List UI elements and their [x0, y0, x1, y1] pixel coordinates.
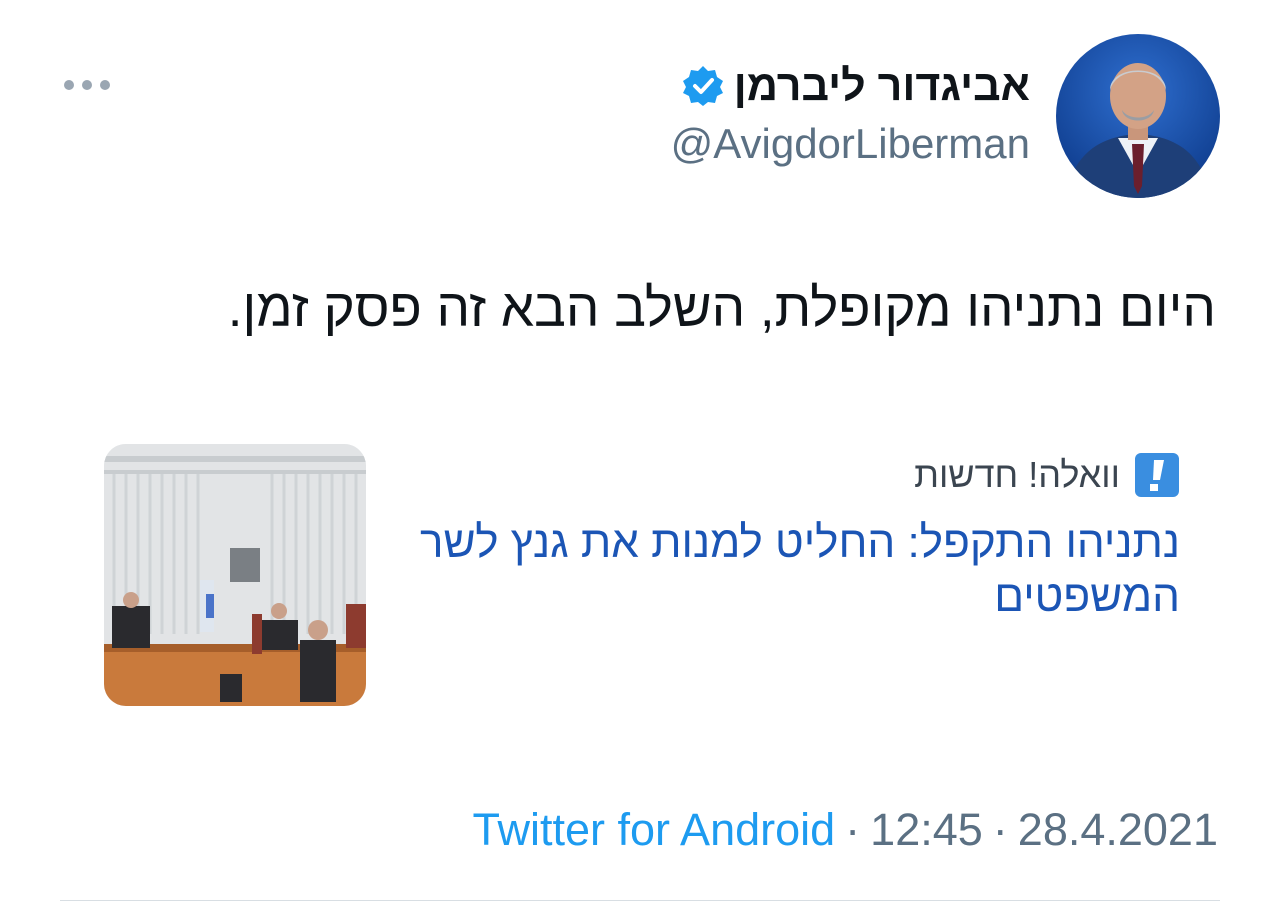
card-source-name: וואלה! חדשות: [914, 454, 1120, 495]
verified-badge-icon: [682, 66, 723, 106]
author-name-text: אביגדור ליברמן: [733, 61, 1030, 110]
tweet-time[interactable]: 12:45: [870, 804, 983, 856]
source-app-link[interactable]: Twitter for Android: [473, 804, 836, 856]
avatar[interactable]: [1056, 34, 1220, 198]
link-card[interactable]: וואלה! חדשות נתניהו התקפל: החליט למנות א…: [104, 444, 1184, 706]
dot: [82, 80, 92, 90]
walla-logo-icon: [1135, 453, 1179, 497]
tweet-meta: Twitter for Android · 12:45 · 28.4.2021: [473, 804, 1219, 856]
meta-separator: ·: [845, 804, 861, 855]
author-handle[interactable]: @AvigdorLiberman: [671, 120, 1030, 168]
card-source: וואלה! חדשות: [914, 450, 1180, 500]
dot: [100, 80, 110, 90]
card-thumbnail: [104, 444, 366, 706]
tweet-text: היום נתניהו מקופלת, השלב הבא זה פסק זמן.: [227, 279, 1216, 338]
author-display-name[interactable]: אביגדור ליברמן: [682, 58, 1030, 114]
card-title[interactable]: נתניהו התקפל: החליט למנות את גנץ לשר המש…: [400, 516, 1180, 624]
more-options-icon[interactable]: [64, 72, 110, 98]
dot: [64, 80, 74, 90]
meta-separator: ·: [992, 804, 1008, 855]
tweet-date[interactable]: 28.4.2021: [1018, 804, 1218, 856]
divider: [60, 900, 1220, 901]
